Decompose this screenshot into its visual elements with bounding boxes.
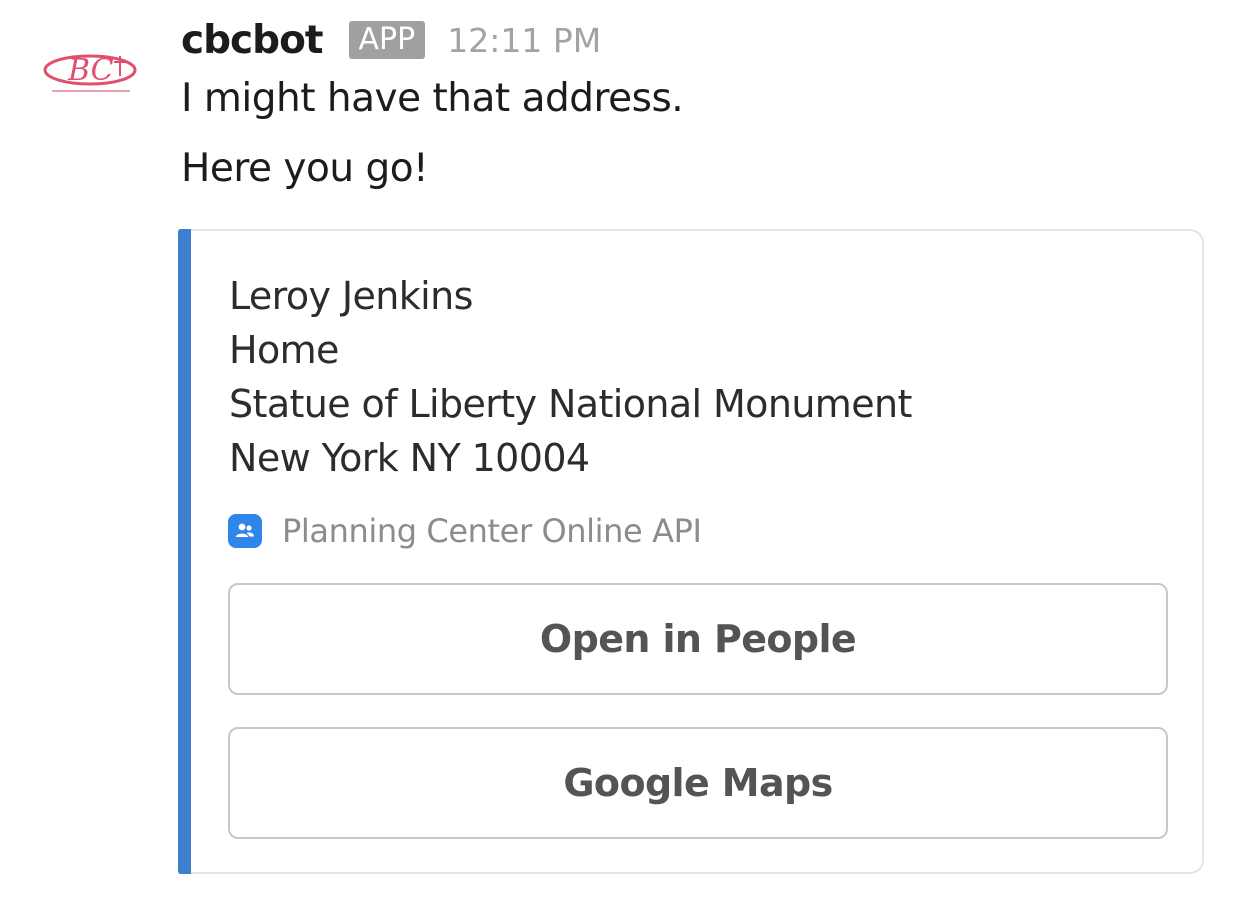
- attachment-accent-bar: [178, 229, 191, 874]
- message-content: cbcbot APP 12:11 PM I might have that ad…: [181, 14, 1211, 200]
- message-timestamp[interactable]: 12:11 PM: [447, 21, 601, 60]
- church-logo-icon: BC: [43, 53, 137, 92]
- chat-message: BC cbcbot APP 12:11 PM I might have that…: [0, 0, 1242, 905]
- footer-source-text: Planning Center Online API: [282, 512, 702, 550]
- address-city: New York NY 10004: [229, 436, 590, 480]
- svg-text:BC: BC: [67, 53, 114, 88]
- sender-name[interactable]: cbcbot: [181, 18, 324, 63]
- address-name: Leroy Jenkins: [229, 274, 473, 318]
- address-block: Leroy Jenkins Home Statue of Liberty Nat…: [229, 269, 912, 485]
- address-label: Home: [229, 328, 339, 372]
- attachment-footer: Planning Center Online API: [228, 511, 702, 551]
- google-maps-button[interactable]: Google Maps: [228, 727, 1168, 839]
- bot-avatar[interactable]: BC: [40, 50, 140, 100]
- app-badge: APP: [348, 21, 426, 59]
- address-street: Statue of Liberty National Monument: [229, 382, 912, 426]
- message-text-line: I might have that address.: [181, 76, 684, 121]
- open-in-people-button[interactable]: Open in People: [228, 583, 1168, 695]
- people-icon: [228, 514, 262, 548]
- message-text-line: Here you go!: [181, 146, 429, 191]
- message-header: cbcbot APP 12:11 PM: [181, 14, 1211, 66]
- address-attachment: Leroy Jenkins Home Statue of Liberty Nat…: [178, 229, 1204, 874]
